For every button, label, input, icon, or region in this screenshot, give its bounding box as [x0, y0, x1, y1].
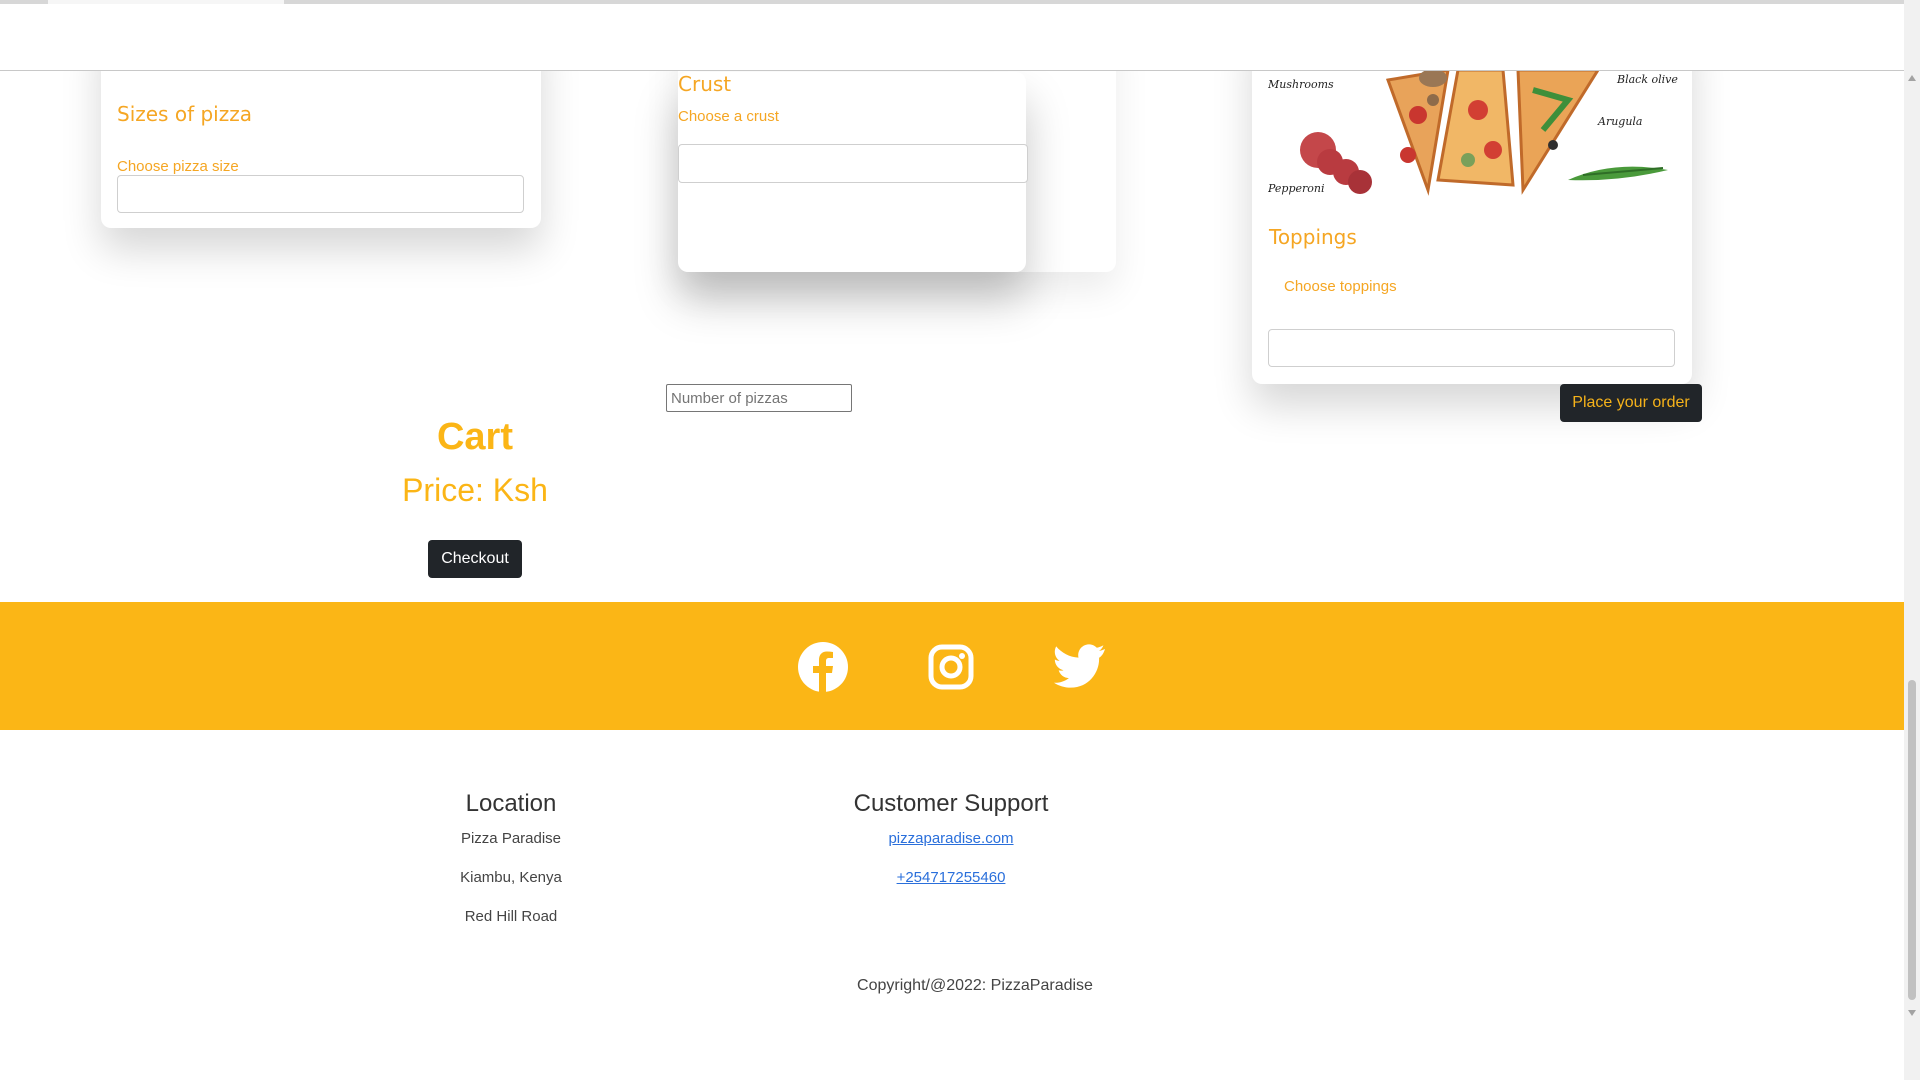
crust-title: Crust [678, 72, 732, 96]
location-line: Red Hill Road [464, 908, 558, 925]
toppings-image-label: Black olives [1616, 73, 1678, 86]
copyright-text: Copyright/@2022: PizzaParadise [857, 977, 1093, 994]
crust-subtitle: Choose a crust [678, 108, 779, 125]
page-scrollbar[interactable] [1904, 0, 1920, 1080]
facebook-icon[interactable] [798, 642, 848, 692]
scroll-down-arrow-icon[interactable] [1908, 1010, 1916, 1016]
checkout-button[interactable]: Checkout [428, 540, 522, 578]
cart-title: Cart [436, 416, 514, 458]
location-line: Kiambu, Kenya [460, 869, 562, 886]
location-heading: Location [465, 790, 557, 817]
pizza-size-title: Sizes of pizza [117, 102, 252, 126]
toppings-card: Mushrooms Black olives Arugula Pepperoni… [1252, 20, 1692, 384]
toppings-image-label: Mushrooms [1268, 78, 1334, 91]
toppings-select[interactable] [1268, 329, 1675, 367]
location-section: Location Pizza Paradise Kiambu, Kenya Re… [400, 790, 622, 925]
instagram-icon[interactable] [928, 644, 974, 690]
browser-toolbar [0, 4, 1904, 71]
toppings-image-label: Pepperoni [1268, 182, 1325, 195]
place-order-button[interactable]: Place your order [1560, 384, 1702, 422]
toppings-title: Toppings [1269, 225, 1357, 249]
pizza-size-select[interactable] [117, 175, 524, 213]
support-section: Customer Support pizzaparadise.com +2547… [811, 790, 1091, 886]
support-website-link[interactable]: pizzaparadise.com [811, 830, 1091, 847]
support-heading: Customer Support [853, 790, 1049, 817]
toppings-image: Mushrooms Black olives Arugula Pepperoni [1268, 70, 1678, 206]
crust-select[interactable] [678, 144, 1028, 183]
twitter-icon[interactable] [1054, 644, 1106, 688]
pizza-quantity-input[interactable] [666, 384, 852, 412]
pizza-size-subtitle: Choose pizza size [117, 158, 239, 175]
support-phone-link[interactable]: +254717255460 [811, 869, 1091, 886]
social-links-band [0, 602, 1904, 730]
cart-price: Price: Ksh [402, 472, 548, 508]
toppings-image-label: Arugula [1597, 115, 1643, 128]
scroll-up-arrow-icon[interactable] [1908, 75, 1916, 81]
location-line: Pizza Paradise [460, 830, 562, 847]
toppings-subtitle: Choose toppings [1284, 278, 1397, 295]
scrollbar-thumb[interactable] [1908, 680, 1916, 1000]
crust-card: Crust Choose a crust [678, 72, 1028, 272]
